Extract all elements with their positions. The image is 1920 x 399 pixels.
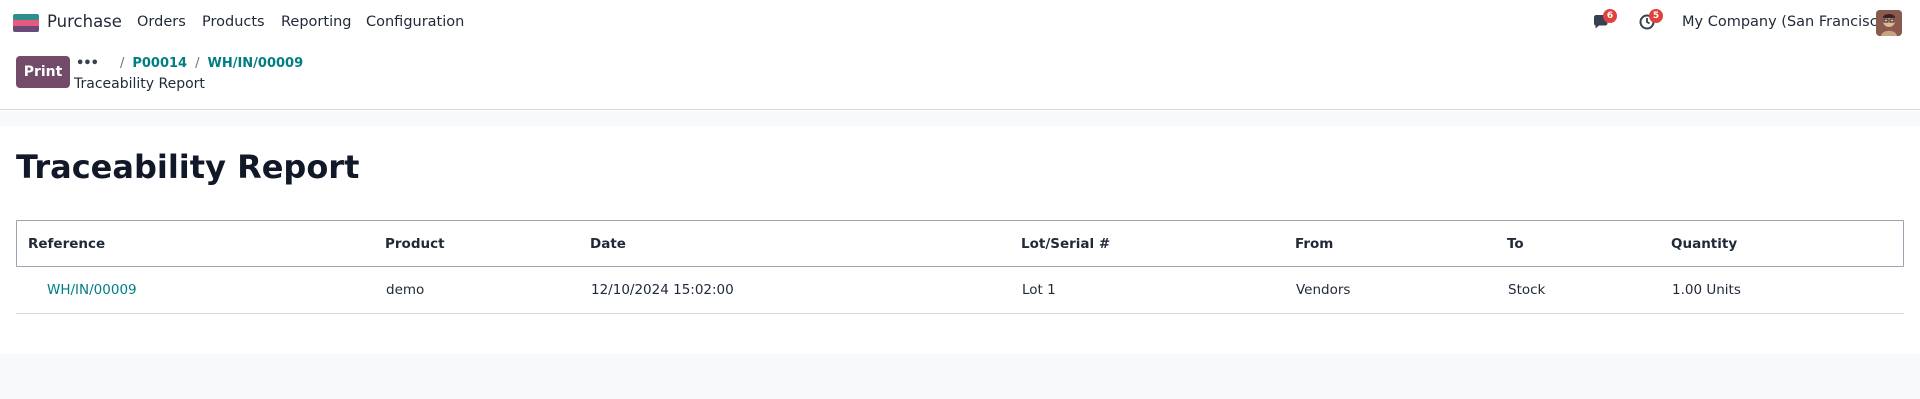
cell-from: Vendors	[1296, 282, 1351, 298]
top-navbar: Purchase Orders Products Reporting Confi…	[0, 0, 1920, 46]
menu-item-orders[interactable]: Orders	[137, 14, 186, 30]
traceability-table: Reference Product Date Lot/Serial # From…	[16, 220, 1904, 314]
content-area: Traceability Report Reference Product Da…	[0, 111, 1920, 399]
column-header-from[interactable]: From	[1295, 236, 1333, 252]
menu-item-configuration[interactable]: Configuration	[366, 14, 464, 30]
menu-item-products[interactable]: Products	[202, 14, 265, 30]
column-header-reference[interactable]: Reference	[28, 236, 105, 252]
report-title: Traceability Report	[16, 148, 360, 186]
breadcrumb-separator: /	[119, 55, 125, 71]
cell-reference-link[interactable]: WH/IN/00009	[47, 282, 137, 298]
menu-item-reporting[interactable]: Reporting	[281, 14, 352, 30]
messages-button[interactable]: 6	[1592, 9, 1617, 33]
table-row[interactable]: WH/IN/00009 demo 12/10/2024 15:02:00 Lot…	[16, 267, 1904, 314]
activities-count-badge: 5	[1649, 9, 1663, 23]
print-button[interactable]: Print	[16, 56, 70, 88]
app-menu-icon[interactable]	[13, 14, 39, 32]
breadcrumb-separator: /	[195, 55, 200, 71]
column-header-product[interactable]: Product	[385, 236, 445, 252]
cell-product: demo	[386, 282, 425, 298]
table-header: Reference Product Date Lot/Serial # From…	[16, 220, 1904, 267]
messages-count-badge: 6	[1603, 9, 1617, 23]
activities-button[interactable]: 5	[1638, 9, 1663, 33]
breadcrumb: ••• / P00014 / WH/IN/00009	[76, 54, 303, 72]
user-avatar[interactable]	[1876, 10, 1902, 36]
breadcrumb-item-receipt[interactable]: WH/IN/00009	[207, 56, 303, 71]
control-panel: Print ••• / P00014 / WH/IN/00009 Traceab…	[0, 46, 1920, 110]
breadcrumb-item-purchase-order[interactable]: P00014	[132, 56, 187, 71]
cell-to: Stock	[1508, 282, 1546, 298]
breadcrumb-more-button[interactable]: •••	[76, 56, 99, 71]
column-header-quantity[interactable]: Quantity	[1671, 236, 1737, 252]
report-sheet: Traceability Report Reference Product Da…	[0, 126, 1920, 354]
column-header-lot[interactable]: Lot/Serial #	[1021, 236, 1110, 252]
column-header-date[interactable]: Date	[590, 236, 626, 252]
page-subtitle: Traceability Report	[74, 76, 205, 92]
app-name[interactable]: Purchase	[47, 12, 122, 31]
company-switcher[interactable]: My Company (San Francisco)	[1682, 14, 1892, 30]
cell-lot: Lot 1	[1022, 282, 1056, 298]
cell-date: 12/10/2024 15:02:00	[591, 282, 734, 298]
column-header-to[interactable]: To	[1507, 236, 1524, 252]
avatar-icon	[1876, 10, 1902, 36]
cell-quantity: 1.00 Units	[1672, 282, 1741, 298]
